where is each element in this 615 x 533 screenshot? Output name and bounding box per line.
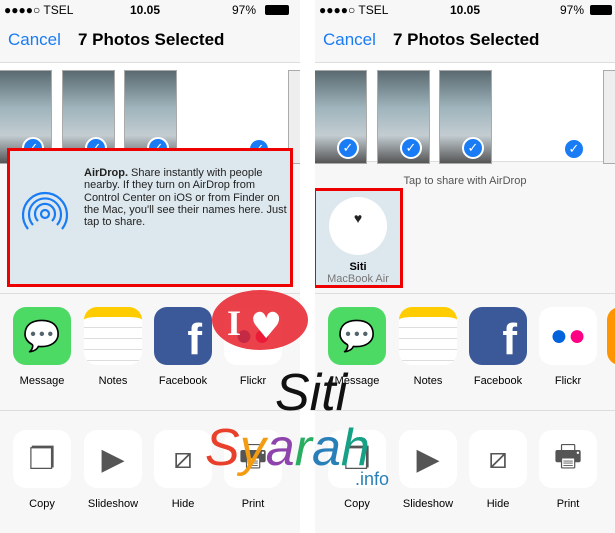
action-label: Copy	[344, 498, 370, 510]
left-phone-screen: ●●●●○ TSEL 10.05 97% Cancel 7 Photos Sel…	[0, 0, 300, 533]
divider	[315, 293, 615, 294]
app-label: Message	[19, 375, 65, 387]
photo-thumbnail[interactable]: ✓	[439, 70, 492, 164]
photo-thumbnail-logo[interactable]: ✓	[188, 70, 278, 160]
battery-percent: 97%	[560, 3, 585, 17]
app-label: Message	[334, 375, 380, 387]
cancel-button[interactable]: Cancel	[8, 30, 61, 50]
photo-thumbnail[interactable]: ✓	[315, 70, 367, 164]
divider	[0, 410, 300, 411]
action-label: Hide	[486, 498, 510, 510]
app-label: Facebook	[158, 375, 208, 387]
action-hide[interactable]: ⧄ Hide	[152, 430, 214, 510]
app-flickr[interactable]: ● ● Flickr	[537, 307, 599, 387]
photo-thumbnail[interactable]	[603, 70, 615, 164]
action-slideshow[interactable]: ▶ Slideshow	[397, 430, 459, 510]
carrier: ●●●●○ TSEL	[319, 3, 389, 17]
action-copy[interactable]: ❐ Copy	[11, 430, 73, 510]
action-print[interactable]: 🖶 Print	[222, 430, 284, 510]
photo-thumbnail[interactable]: ✓	[377, 70, 430, 164]
action-label: Slideshow	[402, 498, 454, 510]
battery-icon	[265, 5, 289, 15]
app-label: Facebook	[473, 375, 523, 387]
play-icon: ▶	[399, 430, 457, 488]
app-icon	[607, 307, 615, 365]
photo-thumbnail-logo[interactable]: ✓	[503, 70, 593, 160]
battery-icon	[590, 5, 612, 15]
hide-icon: ⧄	[469, 430, 527, 488]
app-message[interactable]: 💬 Message	[326, 307, 388, 387]
battery-percent: 97%	[232, 3, 257, 17]
status-bar: ●●●●○ TSEL 10.05 97%	[0, 0, 300, 18]
airdrop-hint: Tap to share with AirDrop	[403, 175, 527, 187]
hide-icon: ⧄	[154, 430, 212, 488]
app-label: Flickr	[239, 375, 267, 387]
airdrop-description: AirDrop. Share instantly with people nea…	[84, 167, 289, 228]
cancel-button[interactable]: Cancel	[323, 30, 376, 50]
action-label: Slideshow	[87, 498, 139, 510]
flickr-icon: ● ●	[224, 307, 282, 365]
notes-icon	[399, 307, 457, 365]
app-message[interactable]: 💬 Message	[11, 307, 73, 387]
notes-icon	[84, 307, 142, 365]
airdrop-info-panel: AirDrop. Share instantly with people nea…	[7, 148, 293, 287]
device-type: MacBook Air	[327, 273, 389, 285]
app-flickr[interactable]: ● ● Flickr	[222, 307, 284, 387]
play-icon: ▶	[84, 430, 142, 488]
page-title: 7 Photos Selected	[78, 30, 225, 49]
app-label: S	[605, 375, 615, 387]
action-print[interactable]: 🖶 Print	[537, 430, 599, 510]
device-name: Siti	[349, 261, 367, 273]
divider	[0, 293, 300, 294]
action-label: Print	[241, 498, 265, 510]
photo-strip[interactable]: ✓ ✓ ✓ ✓	[0, 62, 300, 164]
airdrop-device[interactable]: ♥ Siti MacBook Air	[315, 188, 403, 288]
airdrop-icon	[21, 191, 69, 230]
action-label: Print	[556, 498, 580, 510]
action-hide[interactable]: ⧄ Hide	[467, 430, 529, 510]
print-icon: 🖶	[539, 430, 597, 488]
airdrop-title: AirDrop.	[84, 167, 128, 179]
flickr-icon: ● ●	[539, 307, 597, 365]
app-label: Notes	[98, 375, 128, 387]
time: 10.05	[450, 3, 481, 17]
divider	[315, 410, 615, 411]
app-facebook[interactable]: f Facebook	[152, 307, 214, 387]
carrier: ●●●●○ TSEL	[4, 3, 74, 17]
time: 10.05	[130, 3, 161, 17]
copy-icon: ❐	[13, 430, 71, 488]
facebook-icon: f	[154, 307, 212, 365]
facebook-icon: f	[469, 307, 527, 365]
message-icon: 💬	[13, 307, 71, 365]
page-title: 7 Photos Selected	[393, 30, 540, 49]
check-icon: ✓	[337, 137, 359, 159]
app-facebook[interactable]: f Facebook	[467, 307, 529, 387]
app-notes[interactable]: Notes	[397, 307, 459, 387]
copy-icon: ❐	[328, 430, 386, 488]
check-icon: ✓	[563, 138, 585, 160]
action-copy[interactable]: ❐ Copy	[326, 430, 388, 510]
action-label: Copy	[29, 498, 55, 510]
message-icon: 💬	[328, 307, 386, 365]
app-notes[interactable]: Notes	[82, 307, 144, 387]
check-icon: ✓	[462, 137, 484, 159]
action-label: Hide	[171, 498, 195, 510]
app-partial[interactable]: S	[605, 307, 615, 387]
print-icon: 🖶	[224, 430, 282, 488]
app-label: Flickr	[554, 375, 582, 387]
status-bar: ●●●●○ TSEL 10.05 97%	[315, 0, 615, 18]
right-phone-screen: ●●●●○ TSEL 10.05 97% Cancel 7 Photos Sel…	[315, 0, 615, 533]
app-label: Notes	[413, 375, 443, 387]
device-avatar: ♥	[329, 197, 387, 255]
action-slideshow[interactable]: ▶ Slideshow	[82, 430, 144, 510]
nav-bar: Cancel 7 Photos Selected	[315, 18, 615, 62]
photo-strip[interactable]: ✓ ✓ ✓ ✓	[315, 62, 615, 164]
check-icon: ✓	[400, 137, 422, 159]
nav-bar: Cancel 7 Photos Selected	[0, 18, 300, 62]
